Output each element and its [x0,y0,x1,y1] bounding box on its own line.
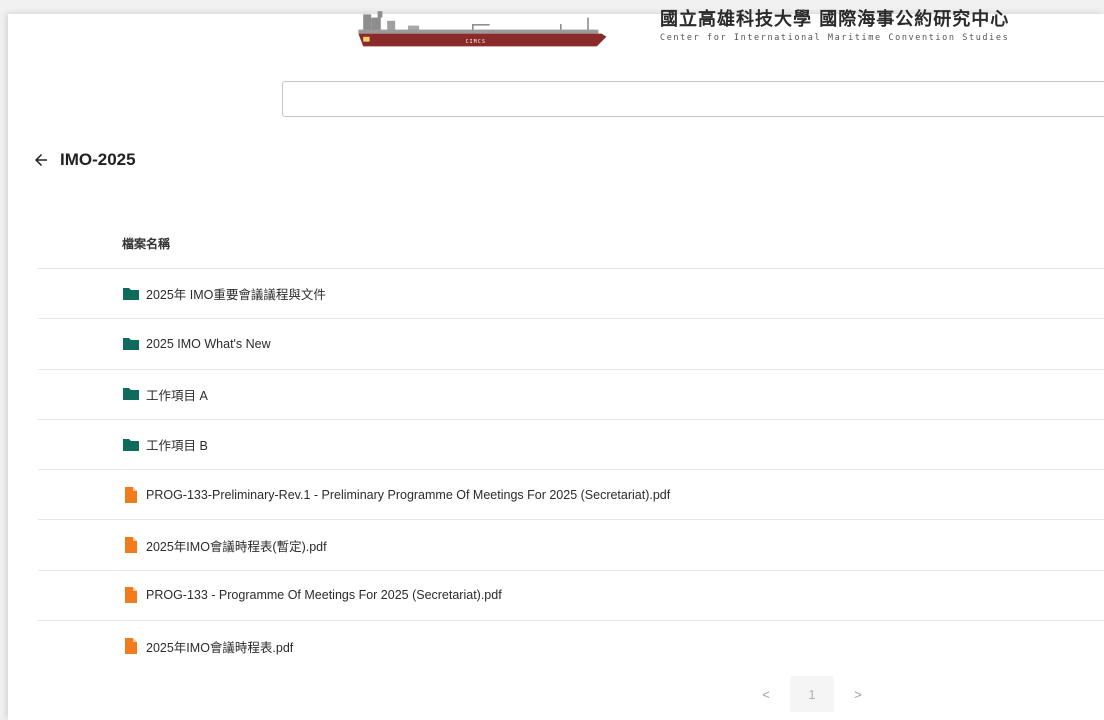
pagination: < 1 > [752,676,872,712]
org-name-en: Center for International Maritime Conven… [660,33,1010,43]
file-row[interactable]: PROG-133 - Programme Of Meetings For 202… [38,571,1104,622]
folder-row[interactable]: 2025 IMO What's New [38,319,1104,370]
file-name: 2025年IMO會議時程表.pdf [146,640,294,655]
table-header: 檔案名稱 [38,218,1104,269]
folder-header[interactable]: IMO-2025 [32,148,136,172]
arrow-left-icon[interactable] [32,151,50,169]
file-row[interactable]: 2025年IMO會議時程表(暫定).pdf [38,520,1104,571]
search-input[interactable] [282,81,1104,117]
file-name: 工作項目 B [146,439,208,454]
folder-icon [123,388,139,401]
folder-row[interactable]: 工作項目 B [38,420,1104,471]
file-name: 2025年IMO會議時程表(暫定).pdf [146,539,327,554]
file-name: PROG-133-Preliminary-Rev.1 - Preliminary… [146,487,671,502]
file-row[interactable]: PROG-133-Preliminary-Rev.1 - Preliminary… [38,470,1104,521]
logo-badge: CIMCS [466,39,486,45]
site-logo[interactable]: CIMCS 國立高雄科技大學 國際海事公約研究中心 Center for Int… [320,0,1104,50]
folder-icon [123,287,139,300]
background-left [0,0,8,720]
file-name: 工作項目 A [146,388,208,403]
folder-title: IMO-2025 [60,150,136,169]
folder-icon [123,438,139,451]
folder-row[interactable]: 工作項目 A [38,370,1104,420]
file-row[interactable]: 2025年IMO會議時程表.pdf [38,621,1104,671]
folder-row[interactable]: 2025年 IMO重要會議議程與文件 [38,269,1104,320]
file-name: PROG-133 - Programme Of Meetings For 202… [146,588,502,603]
file-name: 2025年 IMO重要會議議程與文件 [146,288,326,303]
pdf-file-icon [125,638,137,655]
pdf-file-icon [125,587,137,604]
folder-icon [123,337,139,350]
file-table: 檔案名稱 2025年 IMO重要會議議程與文件 2025 IMO What's N… [38,218,1104,671]
file-name: 2025 IMO What's New [146,336,271,351]
org-name-cn: 國立高雄科技大學 國際海事公約研究中心 [660,9,1010,30]
pdf-file-icon [125,537,137,554]
column-header-filename[interactable]: 檔案名稱 [122,235,170,252]
next-page-button[interactable]: > [844,676,872,712]
page-number-button[interactable]: 1 [790,676,834,712]
ship-logo-icon: CIMCS [358,11,607,47]
prev-page-button[interactable]: < [752,676,780,712]
logo-text: 國立高雄科技大學 國際海事公約研究中心 Center for Internati… [660,9,1104,44]
pdf-file-icon [125,486,137,503]
